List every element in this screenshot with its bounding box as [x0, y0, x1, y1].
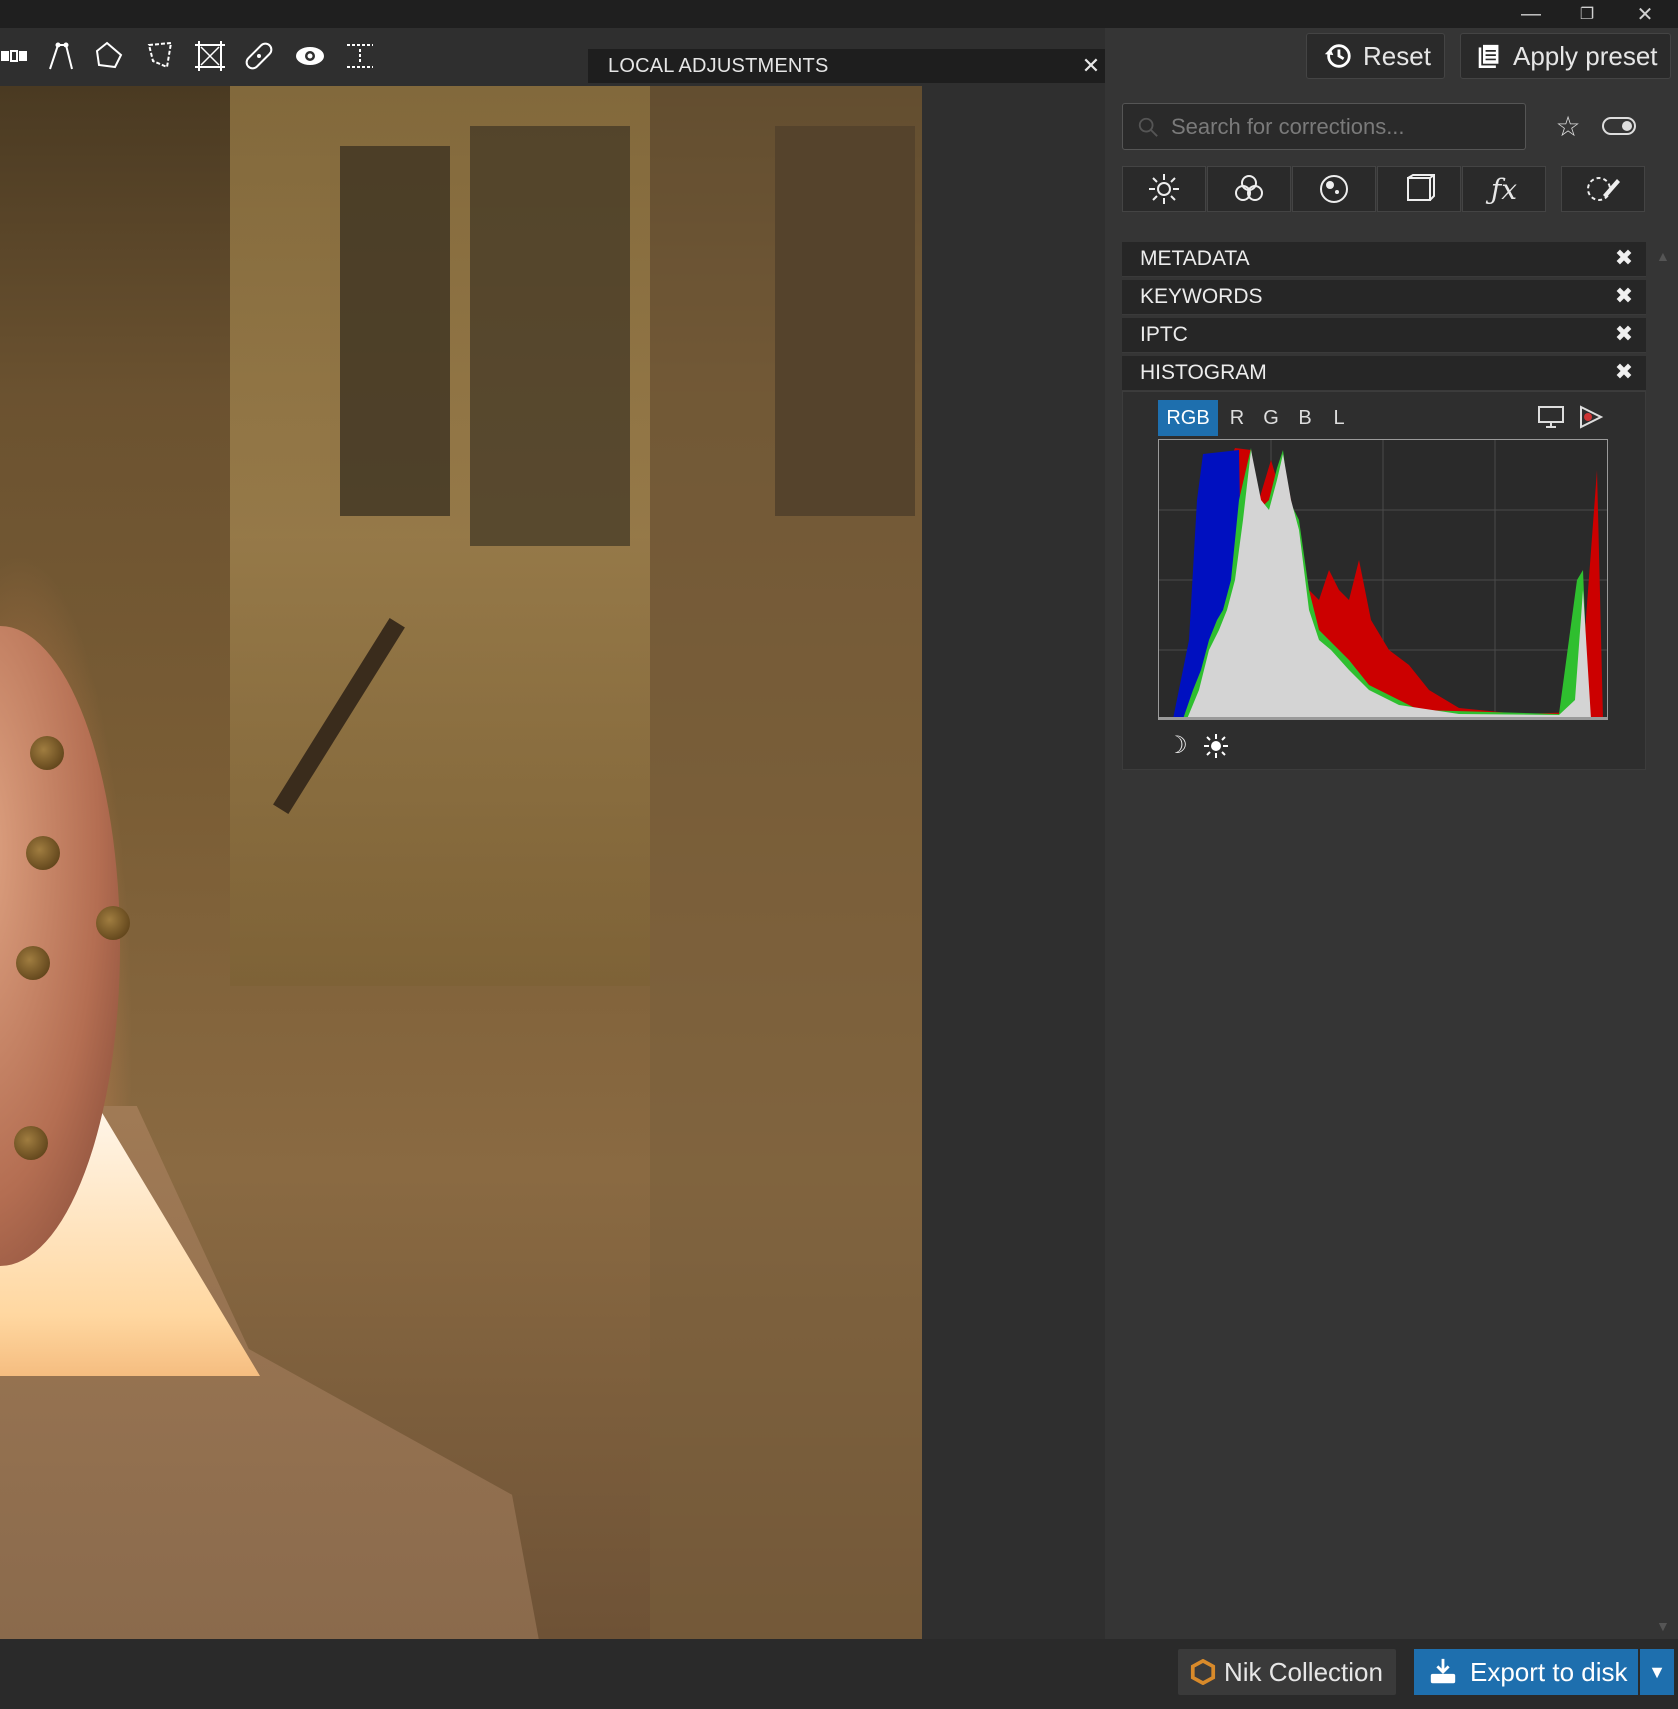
apply-preset-label: Apply preset — [1513, 40, 1658, 71]
geometry-icon — [1407, 174, 1435, 201]
highlight-clipping-sun-icon[interactable] — [1202, 732, 1230, 760]
channel-l[interactable]: L — [1324, 400, 1354, 436]
keywords-section[interactable]: KEYWORDS ✖ — [1122, 280, 1646, 315]
compare-tool[interactable] — [0, 36, 36, 76]
export-to-disk-button[interactable]: Export to disk — [1414, 1649, 1638, 1695]
category-detail[interactable] — [1292, 166, 1376, 212]
search-box — [1122, 103, 1526, 150]
histogram-label: HISTOGRAM — [1140, 361, 1267, 384]
close-icon[interactable]: ✖ — [1612, 283, 1636, 309]
vase-dot — [26, 836, 60, 870]
repair-tool[interactable] — [240, 36, 280, 76]
favorites-star-icon[interactable]: ☆ — [1552, 108, 1584, 144]
close-icon[interactable]: ✕ — [1078, 53, 1104, 79]
histogram-section[interactable]: HISTOGRAM ✖ — [1122, 356, 1646, 391]
reset-icon — [1324, 44, 1351, 68]
photo-glass-reflection — [650, 86, 922, 1639]
nik-logo-icon — [1190, 1659, 1216, 1685]
export-options-dropdown[interactable]: ▼ — [1640, 1649, 1674, 1695]
detail-icon — [1320, 175, 1348, 203]
nik-collection-button[interactable]: Nik Collection — [1178, 1649, 1396, 1695]
effects-icon: ƒx — [1490, 172, 1518, 206]
scroll-up-icon[interactable]: ▲ — [1656, 248, 1670, 264]
category-local[interactable] — [1561, 166, 1645, 212]
local-adjustments-panel — [922, 86, 1105, 1639]
reset-label: Reset — [1363, 40, 1431, 71]
metadata-section[interactable]: METADATA ✖ — [1122, 242, 1646, 277]
channel-b[interactable]: B — [1290, 400, 1320, 436]
vase-dot — [96, 906, 130, 940]
minimize-icon: — — [1521, 2, 1541, 25]
polygon-tool[interactable] — [90, 36, 130, 76]
category-geometry[interactable] — [1377, 166, 1461, 212]
preset-icon — [1478, 43, 1501, 68]
control-line-icon — [49, 42, 73, 70]
display-monitor-icon[interactable] — [1536, 403, 1566, 431]
reset-button[interactable]: Reset — [1306, 33, 1445, 79]
toggle-switch[interactable] — [1601, 114, 1637, 138]
keywords-label: KEYWORDS — [1140, 285, 1263, 308]
channel-r[interactable]: R — [1222, 400, 1252, 436]
category-effects[interactable]: ƒx — [1462, 166, 1546, 212]
export-label: Export to disk — [1470, 1656, 1628, 1687]
soft-proof-icon[interactable] — [1576, 403, 1606, 431]
compare-icon — [1, 50, 27, 62]
vase-dot — [16, 946, 50, 980]
close-window-button[interactable]: ✕ — [1622, 0, 1668, 28]
minimize-button[interactable]: — — [1508, 0, 1554, 28]
iptc-label: IPTC — [1140, 323, 1188, 346]
vase-dot — [30, 736, 64, 770]
lasso-icon — [147, 41, 173, 69]
toggle-icon — [1602, 117, 1636, 135]
photo-door — [340, 146, 450, 516]
eye-icon — [296, 47, 324, 65]
photo-door-glass — [470, 126, 630, 546]
local-icon — [1587, 177, 1620, 201]
search-input[interactable] — [1169, 112, 1513, 141]
local-adjustments-title: LOCAL ADJUSTMENTS — [608, 54, 829, 77]
lasso-tool[interactable] — [140, 36, 180, 76]
repair-icon — [245, 42, 273, 70]
iptc-section[interactable]: IPTC ✖ — [1122, 318, 1646, 353]
preview-eye-tool[interactable] — [290, 36, 330, 76]
guides-tool[interactable] — [340, 36, 380, 76]
export-icon — [1430, 1658, 1456, 1684]
channel-rgb[interactable]: RGB — [1158, 400, 1218, 436]
close-icon[interactable]: ✖ — [1612, 359, 1636, 385]
light-icon — [1149, 174, 1179, 204]
restore-icon: ❐ — [1579, 6, 1595, 23]
restore-button[interactable]: ❐ — [1564, 0, 1610, 28]
control-line-tool[interactable] — [41, 36, 81, 76]
close-icon[interactable]: ✖ — [1612, 245, 1636, 271]
scroll-down-icon[interactable]: ▼ — [1656, 1618, 1670, 1634]
close-icon[interactable]: ✖ — [1612, 321, 1636, 347]
channel-g[interactable]: G — [1256, 400, 1286, 436]
nik-collection-label: Nik Collection — [1224, 1656, 1383, 1687]
guides-icon — [347, 44, 373, 68]
color-icon — [1235, 175, 1263, 201]
close-icon: ✕ — [1636, 3, 1654, 26]
window-title-bar — [0, 0, 1678, 28]
local-adjustments-header: LOCAL ADJUSTMENTS ✕ — [588, 49, 1112, 83]
shadow-clipping-moon-icon[interactable]: ☽ — [1164, 732, 1190, 759]
vase-dot — [14, 1126, 48, 1160]
metadata-label: METADATA — [1140, 247, 1250, 270]
search-icon — [1138, 117, 1158, 137]
photo-canvas[interactable] — [0, 86, 922, 1639]
category-color[interactable] — [1207, 166, 1291, 212]
category-light[interactable] — [1122, 166, 1206, 212]
apply-preset-button[interactable]: Apply preset — [1460, 33, 1671, 79]
crop-tool[interactable] — [190, 36, 230, 76]
chevron-down-icon: ▼ — [1648, 1661, 1666, 1682]
polygon-icon — [95, 41, 123, 69]
crop-icon — [195, 41, 225, 71]
histogram-graph — [1159, 440, 1607, 719]
histogram-chart — [1158, 439, 1608, 720]
